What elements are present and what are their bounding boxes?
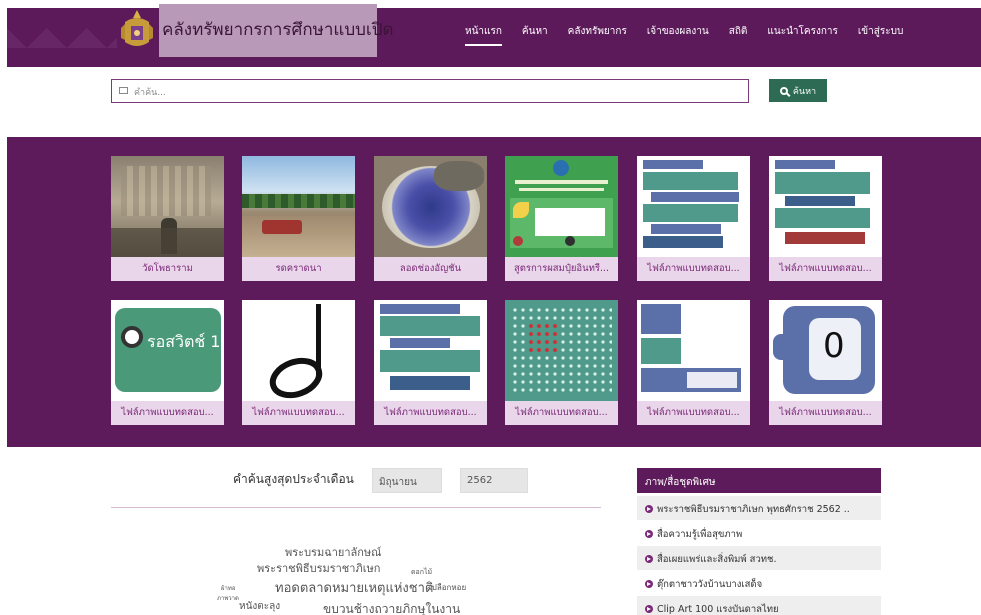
item-label: พระราชพิธีบรมราชาภิเษก พุทธศักราช 2562 .… — [657, 504, 850, 515]
card-caption: ไฟล์ภาพแบบทดสอบ... — [505, 401, 618, 425]
fertilizer-poster-thumbnail — [505, 156, 618, 257]
special-collections-header: ภาพ/สื่อชุดพิเศษ — [637, 468, 881, 493]
search-button-label: ค้นหา — [792, 86, 817, 97]
code-blocks-thumbnail — [769, 156, 882, 257]
cloud-word[interactable]: เปลือกหอย — [429, 581, 466, 594]
gallery-card[interactable]: ไฟล์ภาพแบบทดสอบ... — [242, 300, 355, 425]
item-label: Clip Art 100 แรงบันดาลไทย — [657, 604, 779, 615]
block-number: 0 — [823, 326, 845, 366]
special-collection-item[interactable]: สื่อความรู้เพื่อสุขภาพ — [637, 521, 881, 545]
section-divider — [111, 507, 601, 508]
search-input[interactable]: คำค้น... — [111, 79, 749, 103]
cloud-word[interactable]: ดอกไม้ — [411, 567, 432, 578]
chevron-right-icon — [645, 505, 653, 513]
nav-owners[interactable]: เจ้าของผลงาน — [637, 24, 719, 39]
nav-home[interactable]: หน้าแรก — [455, 24, 512, 46]
month-select[interactable]: มิถุนายน — [372, 468, 442, 493]
card-caption: สูตรการผสมปุ๋ยอินทรี... — [505, 257, 618, 281]
nav-statistics[interactable]: สถิติ — [719, 24, 758, 39]
music-note-thumbnail — [242, 300, 355, 401]
site-logo[interactable] — [117, 8, 157, 52]
card-caption: ไฟล์ภาพแบบทดสอบ... — [111, 401, 224, 425]
gallery-card[interactable]: รอสวิตช์ 1 กด ไฟล์ภาพแบบทดสอบ... — [111, 300, 224, 425]
block-text: รอสวิตช์ 1 กด — [147, 332, 224, 351]
card-caption: วัดโพธาราม — [111, 257, 224, 281]
popular-terms-label: คำค้นสูงสุดประจำเดือน — [233, 472, 354, 486]
code-blocks-thumbnail — [637, 300, 750, 401]
item-label: ตุ๊กตาชาววังบ้านบางเสด็จ — [657, 579, 763, 590]
gallery-card[interactable]: 0 ไฟล์ภาพแบบทดสอบ... — [769, 300, 882, 425]
card-caption: รดคราดนา — [242, 257, 355, 281]
card-caption: ลอดช่องอัญชัน — [374, 257, 487, 281]
card-caption: ไฟล์ภาพแบบทดสอบ... — [374, 401, 487, 425]
nav-login[interactable]: เข้าสู่ระบบ — [848, 24, 913, 39]
special-collection-item[interactable]: พระราชพิธีบรมราชาภิเษก พุทธศักราช 2562 .… — [637, 496, 881, 520]
item-label: สื่อความรู้เพื่อสุขภาพ — [657, 529, 743, 540]
chevron-right-icon — [645, 555, 653, 563]
special-collection-item[interactable]: สื่อเผยแพร่และสิ่งพิมพ์ สวทช. — [637, 546, 881, 570]
nav-search[interactable]: ค้นหา — [512, 24, 558, 39]
temple-wall-thumbnail — [111, 156, 224, 257]
cloud-word[interactable]: ภาพวาด — [217, 593, 239, 603]
word-cloud: พระบรมฉายาลักษณ์ พระราชพิธีบรมราชาภิเษก … — [111, 515, 601, 615]
card-caption: ไฟล์ภาพแบบทดสอบ... — [637, 401, 750, 425]
gallery-card[interactable]: รดคราดนา — [242, 156, 355, 281]
gallery-card[interactable]: สูตรการผสมปุ๋ยอินทรี... — [505, 156, 618, 281]
search-button[interactable]: ค้นหา — [769, 79, 827, 102]
main-nav: หน้าแรก ค้นหา คลังทรัพยากร เจ้าของผลงาน … — [455, 24, 913, 46]
gallery-card[interactable]: ไฟล์ภาพแบบทดสอบ... — [637, 300, 750, 425]
site-title[interactable]: คลังทรัพยากรการศึกษาแบบเปิด — [162, 16, 394, 43]
switch-block-thumbnail: รอสวิตช์ 1 กด — [111, 300, 224, 401]
nav-about[interactable]: แนะนำโครงการ — [757, 24, 847, 39]
music-note-icon — [269, 304, 323, 399]
card-caption: ไฟล์ภาพแบบทดสอบ... — [769, 257, 882, 281]
card-caption: ไฟล์ภาพแบบทดสอบ... — [769, 401, 882, 425]
cloud-word[interactable]: หนังตะลุง — [239, 599, 280, 614]
cloud-word[interactable]: ทอดตลาดหมายเหตุแห่งชาติ — [275, 577, 433, 598]
chevron-right-icon — [645, 580, 653, 588]
gallery-card[interactable]: ไฟล์ภาพแบบทดสอบ... — [637, 156, 750, 281]
cloud-word[interactable]: ขบวนช้างถวายภิกษุในงาน — [323, 600, 460, 615]
code-blocks-thumbnail — [374, 300, 487, 401]
rice-field-thumbnail — [242, 156, 355, 257]
chevron-right-icon — [645, 530, 653, 538]
gallery-card[interactable]: ลอดช่องอัญชัน — [374, 156, 487, 281]
keyboard-icon — [119, 87, 128, 94]
search-icon — [779, 86, 788, 95]
year-select[interactable]: 2562 — [460, 468, 528, 493]
card-caption: ไฟล์ภาพแบบทดสอบ... — [637, 257, 750, 281]
number-block-thumbnail: 0 — [769, 300, 882, 401]
gallery-card[interactable]: ไฟล์ภาพแบบทดสอบ... — [374, 300, 487, 425]
gallery-card[interactable]: วัดโพธาราม — [111, 156, 224, 281]
header-pattern — [7, 8, 117, 67]
search-placeholder: คำค้น... — [134, 88, 166, 98]
nav-repository[interactable]: คลังทรัพยากร — [558, 24, 637, 39]
cloud-word[interactable]: พระราชพิธีบรมราชาภิเษก — [257, 559, 380, 577]
page: คลังทรัพยากรการศึกษาแบบเปิด หน้าแรก ค้นห… — [0, 0, 981, 615]
gallery-card[interactable]: ไฟล์ภาพแบบทดสอบ... — [769, 156, 882, 281]
card-caption: ไฟล์ภาพแบบทดสอบ... — [242, 401, 355, 425]
cloud-word[interactable]: ผ้าทอ — [221, 583, 235, 593]
gallery-card[interactable]: ไฟล์ภาพแบบทดสอบ... — [505, 300, 618, 425]
blue-dessert-thumbnail — [374, 156, 487, 257]
special-collection-item[interactable]: Clip Art 100 แรงบันดาลไทย — [637, 596, 881, 615]
special-collection-item[interactable]: ตุ๊กตาชาววังบ้านบางเสด็จ — [637, 571, 881, 595]
code-blocks-thumbnail — [637, 156, 750, 257]
item-label: สื่อเผยแพร่และสิ่งพิมพ์ สวทช. — [657, 554, 777, 565]
dot-grid-thumbnail — [505, 300, 618, 401]
chevron-right-icon — [645, 605, 653, 613]
